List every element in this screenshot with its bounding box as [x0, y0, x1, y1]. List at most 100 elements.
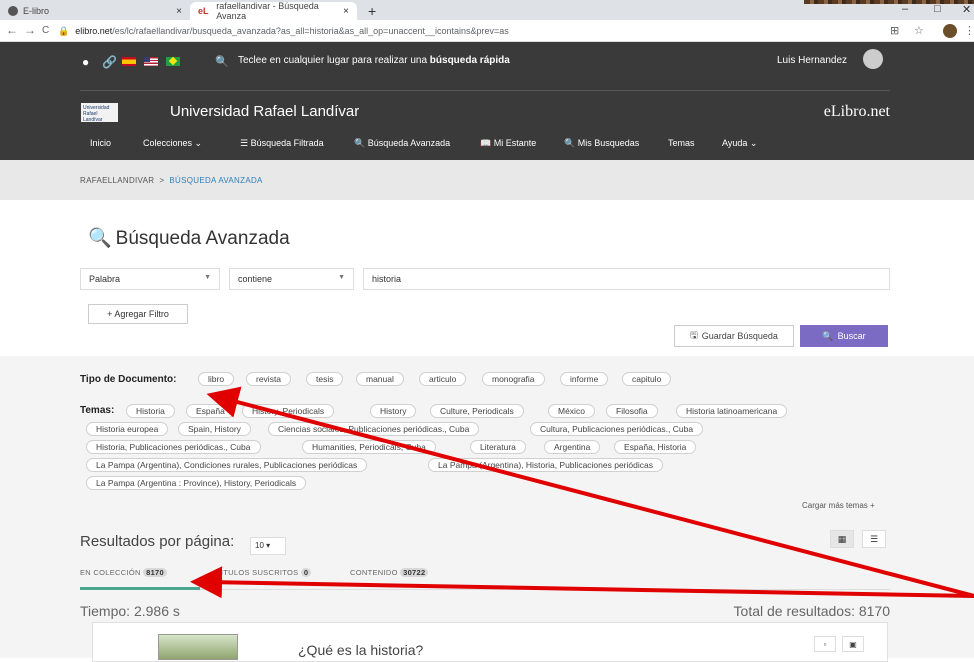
- search-icon: 🔍: [215, 56, 229, 68]
- operator-select-value: contiene: [238, 274, 273, 284]
- chevron-down-icon: ▼: [338, 274, 345, 281]
- tema-chip[interactable]: History, Periodicals: [242, 404, 335, 418]
- bookmark-icon[interactable]: ▫: [814, 636, 836, 652]
- minimize-button[interactable]: –: [902, 3, 908, 15]
- forward-button[interactable]: →: [24, 23, 36, 37]
- add-filter-button[interactable]: + Agregar Filtro: [88, 304, 188, 324]
- active-tab-underline: [80, 587, 200, 590]
- reload-button[interactable]: C: [42, 25, 49, 36]
- user-name[interactable]: Luis Hernandez: [777, 55, 847, 66]
- breadcrumb-root[interactable]: RAFAELLANDIVAR: [80, 176, 154, 185]
- brand-row: Universidad Rafael Landívar Universidad …: [80, 90, 890, 130]
- tema-chip[interactable]: La Pampa (Argentina : Province), History…: [86, 476, 307, 490]
- menu-busqueda-filtrada[interactable]: ☰ Búsqueda Filtrada: [240, 138, 324, 149]
- menu-busqueda-avanzada[interactable]: 🔍 Búsqueda Avanzada: [354, 138, 450, 149]
- breadcrumb: RAFAELLANDIVAR > BÚSQUEDA AVANZADA: [0, 160, 974, 200]
- grid-view-icon[interactable]: ▦: [830, 530, 854, 548]
- field-select[interactable]: Palabra ▼: [80, 268, 220, 290]
- tab-en-coleccion[interactable]: EN COLECCIÓN 8170: [80, 568, 167, 577]
- browser-tab-busqueda[interactable]: eL rafaellandivar - Búsqueda Avanza ×: [190, 1, 357, 21]
- close-tab-icon[interactable]: ×: [176, 6, 182, 17]
- shelf-icon[interactable]: ▣: [842, 636, 864, 652]
- tema-chip[interactable]: Filosofia: [606, 404, 658, 418]
- user-avatar[interactable]: [863, 49, 883, 69]
- close-tab-icon[interactable]: ×: [343, 6, 349, 17]
- tema-chip[interactable]: Argentina: [544, 440, 601, 454]
- doc-type-chip[interactable]: manual: [356, 372, 404, 386]
- quick-search-bold: búsqueda rápida: [429, 55, 510, 66]
- list-view-icon[interactable]: ☰: [862, 530, 886, 548]
- doc-type-chip[interactable]: informe: [560, 372, 609, 386]
- tema-chip[interactable]: Culture, Periodicals: [430, 404, 524, 418]
- save-search-button[interactable]: 🖫 Guardar Búsqueda: [674, 325, 794, 347]
- tab-count-badge: 8170: [143, 568, 167, 577]
- query-input[interactable]: historia: [363, 268, 890, 290]
- tab-label: CONTENIDO: [350, 568, 398, 577]
- browser-tab-elibro[interactable]: E-libro ×: [0, 2, 190, 20]
- tema-chip[interactable]: Literatura: [470, 440, 526, 454]
- doc-type-chip[interactable]: libro: [198, 372, 235, 386]
- main-menu: Inicio Colecciones ⌄ ☰ Búsqueda Filtrada…: [80, 138, 890, 160]
- doc-type-chip[interactable]: articulo: [419, 372, 467, 386]
- tema-chip[interactable]: La Pampa (Argentina), Condiciones rurale…: [86, 458, 368, 472]
- accessibility-icon[interactable]: ●: [82, 55, 89, 69]
- tema-chip[interactable]: La Pampa (Argentina), Historia, Publicac…: [428, 458, 663, 472]
- tema-chip[interactable]: Historia: [126, 404, 175, 418]
- tab-label: rafaellandivar - Búsqueda Avanza: [216, 1, 319, 21]
- tab-count-badge: 30722: [400, 568, 429, 577]
- university-logo[interactable]: Universidad Rafael Landívar: [81, 103, 118, 123]
- operator-select[interactable]: contiene ▼: [229, 268, 354, 290]
- menu-ayuda[interactable]: Ayuda ⌄: [722, 138, 757, 149]
- url-field[interactable]: 🔒 elibro.net /es/lc/rafaellandivar/busqu…: [58, 23, 938, 39]
- menu-mis-busquedas[interactable]: 🔍 Mis Busquedas: [564, 138, 639, 149]
- menu-mi-estante[interactable]: 📖 Mi Estante: [480, 138, 536, 149]
- tema-chip[interactable]: Humanities, Periodicals, Cuba: [302, 440, 436, 454]
- save-search-label: Guardar Búsqueda: [701, 331, 778, 341]
- load-more-temas-link[interactable]: Cargar más temas +: [802, 501, 875, 510]
- menu-temas[interactable]: Temas: [668, 138, 695, 148]
- browser-menu-icon[interactable]: ⋮: [964, 24, 974, 37]
- tab-contenido[interactable]: CONTENIDO 30722: [350, 568, 429, 577]
- tema-chip[interactable]: Cultura, Publicaciones periódicas., Cuba: [530, 422, 704, 436]
- doc-type-chip[interactable]: capitulo: [622, 372, 672, 386]
- translate-icon[interactable]: ⊞: [890, 24, 899, 37]
- result-title[interactable]: ¿Qué es la historia?: [298, 642, 423, 658]
- tema-chip[interactable]: España: [186, 404, 235, 418]
- menu-colecciones[interactable]: Colecciones ⌄: [143, 138, 202, 149]
- field-select-value: Palabra: [89, 274, 121, 284]
- profile-avatar[interactable]: [943, 24, 957, 38]
- tab-count-badge: 0: [300, 568, 312, 577]
- flag-spain-icon[interactable]: [122, 57, 136, 66]
- star-icon[interactable]: ☆: [914, 24, 924, 37]
- search-button[interactable]: 🔍 Buscar: [800, 325, 888, 347]
- address-bar: ← → C 🔒 elibro.net /es/lc/rafaellandivar…: [0, 20, 974, 42]
- close-window-button[interactable]: ✕: [962, 3, 971, 16]
- doc-type-chip[interactable]: monografia: [482, 372, 545, 386]
- tema-chip[interactable]: México: [548, 404, 595, 418]
- browser-tabbar: E-libro × eL rafaellandivar - Búsqueda A…: [0, 0, 974, 21]
- breadcrumb-sep: >: [159, 176, 165, 185]
- menu-inicio[interactable]: Inicio: [90, 138, 111, 148]
- elibro-brand[interactable]: eLibro.net: [824, 103, 890, 121]
- tema-chip[interactable]: Historia europea: [86, 422, 169, 436]
- back-button[interactable]: ←: [6, 23, 18, 37]
- tab-titulos-suscritos[interactable]: TITULOS SUSCRITOS 0: [216, 568, 312, 577]
- quick-search-hint[interactable]: Teclee en cualquier lugar para realizar …: [238, 55, 510, 66]
- tema-chip[interactable]: Spain, History: [178, 422, 251, 436]
- link-icon[interactable]: 🔗: [102, 55, 117, 69]
- tema-chip[interactable]: Ciencias sociales, Publicaciones periódi…: [268, 422, 480, 436]
- new-tab-button[interactable]: +: [368, 3, 376, 19]
- flag-usa-icon[interactable]: [144, 57, 158, 66]
- results-per-page-select[interactable]: 10 ▾: [250, 537, 286, 555]
- book-cover-thumbnail[interactable]: [158, 634, 238, 660]
- tema-chip[interactable]: Historia latinoamericana: [676, 404, 788, 418]
- tema-chip[interactable]: Historia, Publicaciones periódicas., Cub…: [86, 440, 261, 454]
- maximize-button[interactable]: □: [934, 3, 941, 15]
- tema-chip[interactable]: España, Historia: [614, 440, 697, 454]
- doc-type-chip[interactable]: tesis: [306, 372, 344, 386]
- url-domain: elibro.net: [75, 26, 113, 36]
- doc-type-chip[interactable]: revista: [246, 372, 292, 386]
- search-button-label: Buscar: [837, 331, 866, 341]
- flag-brazil-icon[interactable]: [166, 57, 180, 66]
- tema-chip[interactable]: History: [370, 404, 417, 418]
